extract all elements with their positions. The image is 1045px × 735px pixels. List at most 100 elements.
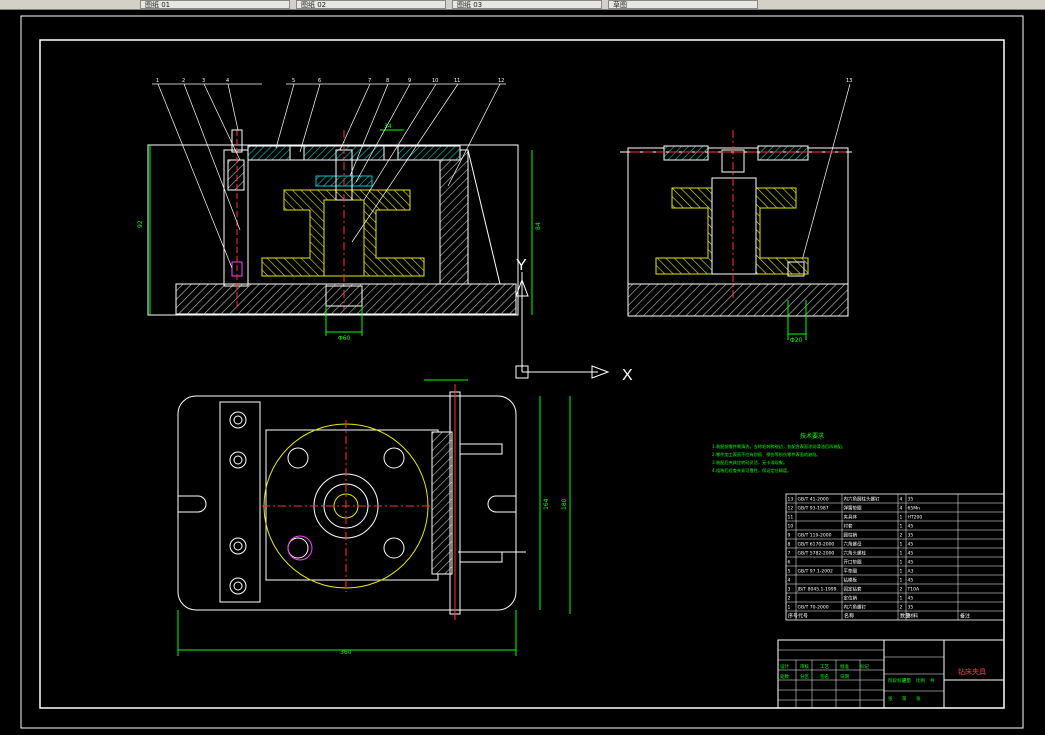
parts-table-cell: GB/T 119-2000 [798,533,832,539]
parts-table-cell: 35 [908,605,914,611]
dim-left-height: 92 [137,220,144,228]
tech-req-line-2: 2.零件加工表面不应有划痕、擦伤等损伤零件表面的缺陷。 [712,451,821,458]
scale-block-label: 重量 [902,677,911,684]
taskbar-tab-3[interactable]: 图纸 03 [452,0,602,9]
title-block-label: 批准 [840,663,849,670]
parts-table-cell: GB/T 97.1-2002 [798,569,834,575]
parts-table-cell: 45 [908,596,914,602]
parts-table-cell: 1 [900,560,903,566]
balloon-4: 4 [226,78,229,84]
drawing-name: 钻床夹具 [958,667,986,676]
parts-table-cell: 5 [788,569,791,575]
parts-table-cell: T10A [907,587,920,593]
balloon-11: 11 [454,78,460,84]
parts-table-cell: 7 [788,551,791,557]
parts-table-cell: 1 [900,542,903,548]
parts-table-cell: GB/T 70-2000 [798,605,829,611]
parts-table-cell: 11 [788,515,794,521]
parts-table-cell: 12 [788,506,794,512]
title-block-label: 审核 [800,663,809,670]
dim-plan-width: 360 [340,649,352,656]
balloon-6: 6 [318,78,321,84]
parts-table-cell: 1 [900,524,903,530]
parts-table-cell: GB/T 41-2000 [798,497,829,503]
title-block: 钻床夹具 设计 审核 工艺 批准 标记处数 分区 签名 日期阶段标记重量 比例 共张第张 [777,639,1005,709]
dim-plan-height-2: 180 [561,498,568,510]
cad-drawing-canvas[interactable]: 92 84 Φ60 34 1 2 3 4 5 6 7 8 9 10 11 12 … [0,10,1045,735]
tech-req-line-3: 3.装配后夹具应转动灵活，无卡滞现象。 [712,459,787,466]
title-block-label: 日期 [840,674,849,680]
parts-table-cell: 45 [908,542,914,548]
parts-table-cell: 弹簧垫圈 [844,505,862,512]
parts-table-cell: 六角头螺栓 [844,550,867,557]
parts-table-cell: 45 [908,551,914,557]
parts-table-cell: 45 [908,524,914,530]
parts-table-cell: 9 [788,533,791,539]
balloon-1: 1 [156,78,159,84]
parts-table-cell: 平垫圈 [844,568,858,575]
parts-table-cell: 1 [900,596,903,602]
parts-table-cell: 夹具体 [844,514,858,521]
title-block-label: 分区 [800,673,809,680]
parts-table-header: 代号 [798,613,808,620]
parts-table-cell: 2 [900,533,903,539]
parts-table-cell: GB/T 93-1987 [798,506,829,512]
title-block-label: 处数 [780,673,789,680]
parts-table-cell: 8 [788,542,791,548]
front-view: 92 84 Φ60 34 [137,123,542,342]
dim-right-height: 84 [535,222,542,230]
parts-table-cell: 固定钻套 [844,586,862,593]
balloon-7: 7 [368,78,371,84]
parts-table-cell: 1 [900,578,903,584]
axis-x-label: X [622,367,633,384]
parts-table-cell: 1 [900,551,903,557]
parts-table-cell: 4 [788,578,791,584]
title-block-label: 签名 [820,673,829,680]
title-block-label: 标记 [860,663,869,670]
parts-table-header: 备注 [960,613,970,620]
parts-table-cell: 2 [900,587,903,593]
side-view: Φ20 [620,130,852,344]
parts-table-cell: JB/T 8045.1-1999 [797,587,837,593]
balloon-labels: 1 2 3 4 5 6 7 8 9 10 11 12 13 [156,78,852,84]
taskbar: 图纸 01 图纸 02 图纸 03 草图 [0,0,1045,10]
parts-table-cell: 2 [788,596,791,602]
parts-table-header: 序号 [788,613,798,620]
parts-table-cell: 钻模板 [844,577,858,584]
parts-table-cell: 3 [788,587,791,593]
balloon-8: 8 [386,78,389,84]
ucs-axis-icon: Y X [515,257,633,384]
parts-table-cell: 衬套 [844,523,853,530]
parts-table: 13 GB/T 41-2000 内六角圆柱头螺钉 4 3512 GB/T 93-1987 弹… [785,493,1005,621]
parts-table-cell: 内六角螺钉 [844,604,867,611]
title-block-label: 设计 [780,663,789,670]
parts-table-cell: 开口垫圈 [844,559,862,566]
parts-table-cell: 6 [788,560,791,566]
tech-req-line-1: 1.装配前零件需清洗，去除毛刺和锐边，各配合表面涂润滑油后再装配。 [712,443,846,450]
scale-block-label: 张 [916,695,921,702]
balloon-5: 5 [292,78,295,84]
parts-table-cell: GB/T 6170-2000 [798,542,835,548]
parts-table-cell: 45 [908,560,914,566]
balloon-12: 12 [498,78,504,84]
scale-block-label: 张 [888,695,893,702]
balloon-3: 3 [202,78,205,84]
balloon-13: 13 [846,78,852,84]
balloon-10: 10 [432,78,438,84]
parts-table-header: 材料 [908,613,918,620]
taskbar-tab-1[interactable]: 图纸 01 [140,0,290,9]
title-block-label: 工艺 [820,664,829,670]
parts-table-cell: GB/T 5782-2000 [798,551,835,557]
scale-block-label: 第 [902,695,907,702]
tech-requirements: 技术要求 1.装配前零件需清洗，去除毛刺和锐边，各配合表面涂润滑油后再装配。 2… [712,432,846,474]
parts-table-cell: A3 [908,569,914,575]
dim-bore: Φ60 [338,335,351,342]
parts-table-cell: 圆柱销 [844,532,858,539]
parts-table-cell: 45 [908,578,914,584]
parts-table-cell: 1 [900,569,903,575]
parts-table-cell: 4 [900,497,903,503]
taskbar-tab-2[interactable]: 图纸 02 [296,0,446,9]
taskbar-tab-4[interactable]: 草图 [608,0,758,9]
parts-table-cell: 2 [900,605,903,611]
parts-table-cell: 4 [900,506,903,512]
